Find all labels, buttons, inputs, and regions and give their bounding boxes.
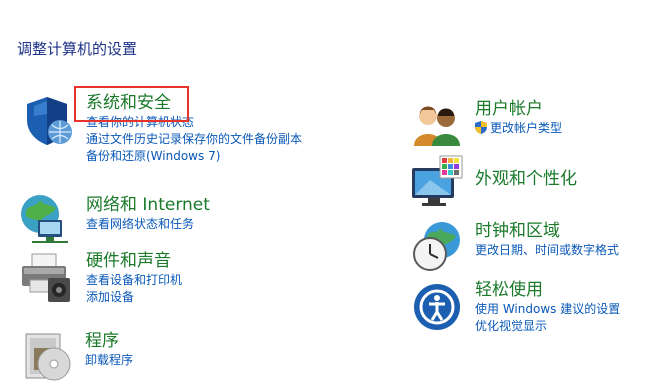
- category-programs: 程序 卸载程序: [20, 328, 133, 382]
- category-appearance: 外观和个性化: [410, 154, 577, 208]
- ease-of-access-icon[interactable]: [410, 280, 464, 334]
- programs-disc-icon[interactable]: [20, 328, 74, 382]
- display-palette-icon[interactable]: [410, 154, 464, 208]
- network-globe-icon[interactable]: [18, 190, 72, 244]
- link-backup-restore[interactable]: 备份和还原(Windows 7): [86, 148, 302, 165]
- category-title-network[interactable]: 网络和 Internet: [86, 194, 210, 216]
- category-hardware: 硬件和声音 查看设备和打印机 添加设备: [18, 250, 182, 306]
- link-view-computer-status[interactable]: 查看你的计算机状态: [86, 114, 302, 131]
- category-title-appearance[interactable]: 外观和个性化: [475, 168, 577, 190]
- link-view-network-status[interactable]: 查看网络状态和任务: [86, 216, 210, 233]
- category-title-ease-access[interactable]: 轻松使用: [475, 279, 620, 301]
- category-system-security: 系统和安全 查看你的计算机状态 通过文件历史记录保存你的文件备份副本 备份和还原…: [20, 92, 302, 165]
- category-title-programs[interactable]: 程序: [85, 330, 133, 352]
- uac-shield-icon: [475, 121, 487, 134]
- link-file-history-backup[interactable]: 通过文件历史记录保存你的文件备份副本: [86, 131, 302, 148]
- link-change-date-time-format[interactable]: 更改日期、时间或数字格式: [475, 242, 619, 259]
- users-icon[interactable]: [410, 98, 464, 152]
- link-add-device[interactable]: 添加设备: [86, 289, 182, 306]
- category-network: 网络和 Internet 查看网络状态和任务: [18, 190, 210, 244]
- link-devices-printers[interactable]: 查看设备和打印机: [86, 272, 182, 289]
- shield-icon[interactable]: [20, 94, 74, 148]
- category-title-system-security[interactable]: 系统和安全: [86, 92, 302, 114]
- link-change-account-type-label: 更改帐户类型: [490, 121, 563, 135]
- category-title-user-accounts[interactable]: 用户帐户: [475, 98, 562, 120]
- category-title-hardware[interactable]: 硬件和声音: [86, 250, 182, 272]
- page-title: 调整计算机的设置: [17, 40, 138, 58]
- category-clock-region: 时钟和区域 更改日期、时间或数字格式: [410, 220, 619, 274]
- clock-globe-icon[interactable]: [410, 220, 464, 274]
- link-change-account-type[interactable]: 更改帐户类型: [475, 120, 562, 137]
- category-user-accounts: 用户帐户 更改帐户类型: [410, 98, 562, 152]
- category-title-clock-region[interactable]: 时钟和区域: [475, 220, 619, 242]
- link-windows-recommended-settings[interactable]: 使用 Windows 建议的设置: [475, 301, 620, 318]
- link-uninstall-program[interactable]: 卸载程序: [85, 352, 133, 369]
- link-optimize-visual-display[interactable]: 优化视觉显示: [475, 318, 620, 335]
- category-ease-access: 轻松使用 使用 Windows 建议的设置 优化视觉显示: [410, 280, 620, 335]
- printer-icon[interactable]: [18, 250, 72, 304]
